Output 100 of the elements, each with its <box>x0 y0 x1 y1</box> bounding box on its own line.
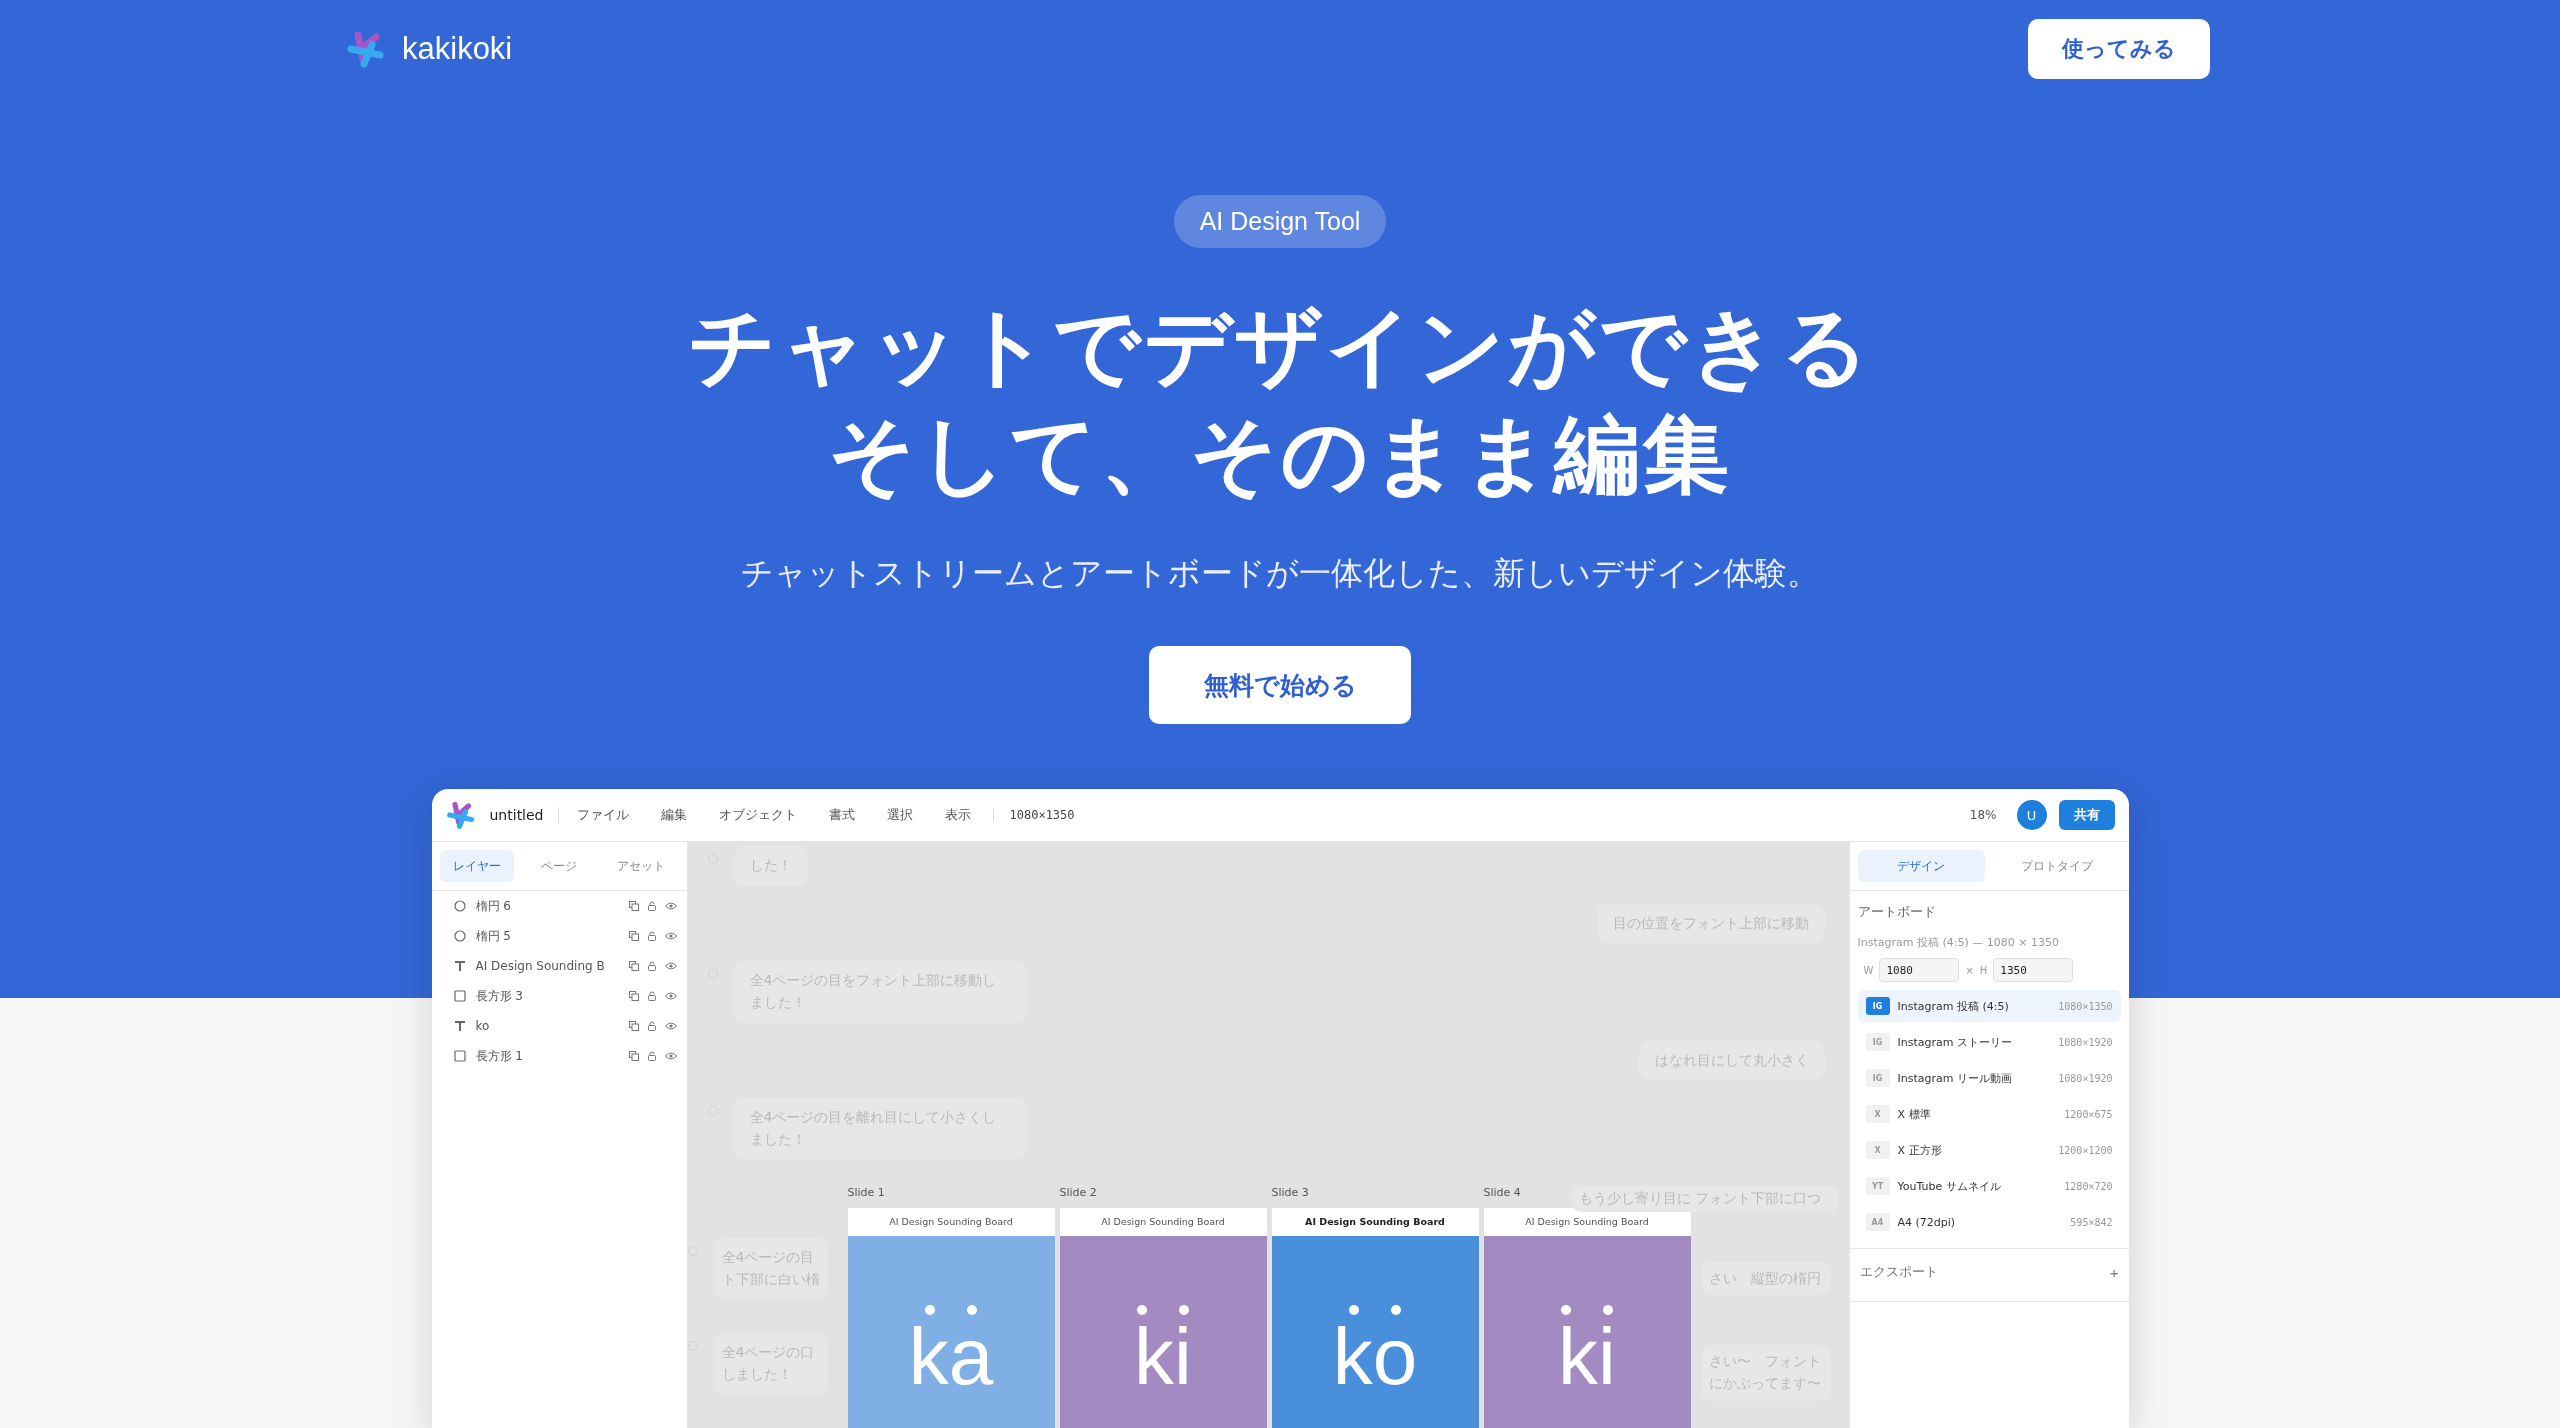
preset-badge: IG <box>1865 997 1890 1015</box>
share-button[interactable]: 共有 <box>2058 800 2115 830</box>
lock-icon[interactable] <box>646 931 657 941</box>
eye-icon[interactable] <box>664 901 677 911</box>
section-title: エクスポート <box>1859 1263 1938 1281</box>
menu-item[interactable]: 編集 <box>660 806 687 824</box>
duplicate-icon[interactable] <box>628 1021 639 1031</box>
preset-item[interactable]: A4 A4 (72dpi) 595×842 <box>1857 1206 2121 1238</box>
lock-icon[interactable] <box>646 901 657 911</box>
section-title: アートボード <box>1857 903 1937 921</box>
preset-item[interactable]: IG Instagram ストーリー 1080×1920 <box>1857 1026 2121 1058</box>
headline: そして、そのまま編集 <box>828 403 1732 506</box>
duplicate-icon[interactable] <box>628 991 639 1001</box>
slide-text: ka <box>908 1321 994 1394</box>
preset-item[interactable]: X X 正方形 1200×1200 <box>1857 1134 2121 1166</box>
slide-text: ki <box>1134 1321 1192 1394</box>
add-button[interactable]: + <box>2109 1263 2119 1281</box>
layer-name[interactable]: ko <box>475 1019 619 1033</box>
subtitle: チャットストリームとアートボードが一体化した、新しいデザイン体験。 <box>741 553 1819 594</box>
menu-item[interactable]: オブジェクト <box>718 806 797 824</box>
preset-size: 595×842 <box>2070 1216 2113 1228</box>
eye-icon[interactable] <box>664 931 677 941</box>
menu-item[interactable]: 書式 <box>828 806 855 824</box>
slide-title[interactable]: AI Design Sounding Board <box>1059 1207 1267 1236</box>
width-field[interactable]: 1080 <box>1879 958 1960 982</box>
lock-icon[interactable] <box>646 1051 657 1061</box>
menu-item[interactable]: 表示 <box>944 806 971 824</box>
duplicate-icon[interactable] <box>628 961 639 971</box>
tag-label: AI Design Tool <box>1173 195 1387 248</box>
preset-size: 1280×720 <box>2064 1180 2113 1192</box>
preset-badge: IG <box>1865 1033 1890 1051</box>
headline: チャットでデザインができる <box>688 295 1872 398</box>
layer-name[interactable]: 楕円 5 <box>475 927 619 945</box>
panel-tab[interactable]: アセット <box>604 850 679 882</box>
layer-name[interactable]: 長方形 1 <box>475 1047 619 1065</box>
square-icon <box>453 1050 466 1062</box>
lock-icon[interactable] <box>646 1021 657 1031</box>
preset-name: YouTube サムネイル <box>1897 1178 2002 1194</box>
field-label: H <box>1979 964 1988 976</box>
preset-item[interactable]: X X 標準 1200×675 <box>1857 1098 2121 1130</box>
slide-title[interactable]: AI Design Sounding Board <box>1271 1207 1479 1236</box>
logo-icon <box>346 29 386 69</box>
layer-name[interactable]: AI Design Sounding B <box>475 959 619 973</box>
user-avatar[interactable]: U <box>2016 800 2047 830</box>
preset-name: Instagram ストーリー <box>1897 1034 2013 1050</box>
slide-title[interactable]: AI Design Sounding Board <box>847 1207 1055 1236</box>
brand-name: kakikoki <box>402 31 513 67</box>
slide-label: Slide 1 <box>847 1185 885 1201</box>
preset-name: Instagram 投稿 (4:5) <box>1897 998 2010 1014</box>
preset-badge: X <box>1865 1105 1890 1123</box>
menu-item[interactable]: ファイル <box>576 806 629 824</box>
eye-icon[interactable] <box>664 1051 677 1061</box>
lock-icon[interactable] <box>646 991 657 1001</box>
duplicate-icon[interactable] <box>628 1051 639 1061</box>
slide-label: Slide 3 <box>1271 1185 1309 1201</box>
eye-icon[interactable] <box>664 991 677 1001</box>
artboard-summary: Instagram 投稿 (4:5) — 1080 × 1350 <box>1857 935 2060 950</box>
circle-icon <box>453 900 466 912</box>
lock-icon[interactable] <box>646 961 657 971</box>
panel-tab[interactable]: デザイン <box>1857 850 1985 882</box>
document-title: untitled <box>489 807 559 823</box>
text-icon <box>453 1020 466 1032</box>
panel-tab[interactable]: レイヤー <box>439 850 514 882</box>
logo-icon <box>445 800 476 830</box>
times-sign: × <box>1965 964 1974 976</box>
slide-text: ko <box>1332 1321 1418 1394</box>
preset-badge: IG <box>1865 1069 1890 1087</box>
preset-item[interactable]: IG Instagram 投稿 (4:5) 1080×1350 <box>1857 990 2121 1022</box>
canvas-size: 1080×1350 <box>992 808 1075 822</box>
zoom-level[interactable]: 18% <box>1969 808 1997 822</box>
preset-badge: X <box>1865 1141 1890 1159</box>
duplicate-icon[interactable] <box>628 901 639 911</box>
try-button[interactable]: 使ってみる <box>2028 19 2210 79</box>
start-button[interactable]: 無料で始める <box>1149 646 1411 724</box>
square-icon <box>453 990 466 1002</box>
eye-dot <box>1349 1305 1359 1316</box>
eye-dot <box>1603 1305 1613 1316</box>
preset-size: 1200×675 <box>2064 1108 2113 1120</box>
preset-name: A4 (72dpi) <box>1897 1215 1957 1229</box>
height-field[interactable]: 1350 <box>1993 958 2074 982</box>
preset-badge: YT <box>1865 1177 1890 1195</box>
preset-size: 1200×1200 <box>2058 1144 2113 1156</box>
text-icon <box>453 960 466 972</box>
slide-label: Slide 2 <box>1059 1185 1097 1201</box>
preset-size: 1080×1920 <box>2058 1036 2113 1048</box>
duplicate-icon[interactable] <box>628 931 639 941</box>
preset-item[interactable]: YT YouTube サムネイル 1280×720 <box>1857 1170 2121 1202</box>
preset-name: Instagram リール動画 <box>1897 1070 2013 1086</box>
slide-label: Slide 4 <box>1483 1185 1521 1201</box>
layer-name[interactable]: 長方形 3 <box>475 987 619 1005</box>
preset-name: X 標準 <box>1897 1106 1932 1122</box>
layer-name[interactable]: 楕円 6 <box>475 897 619 915</box>
eye-icon[interactable] <box>664 1021 677 1031</box>
panel-tab[interactable]: プロトタイプ <box>1993 850 2121 882</box>
preset-badge: A4 <box>1865 1213 1890 1231</box>
eye-icon[interactable] <box>664 961 677 971</box>
menu-item[interactable]: 選択 <box>886 806 913 824</box>
preset-item[interactable]: IG Instagram リール動画 1080×1920 <box>1857 1062 2121 1094</box>
eye-dot <box>1179 1305 1189 1316</box>
panel-tab[interactable]: ページ <box>521 850 597 882</box>
